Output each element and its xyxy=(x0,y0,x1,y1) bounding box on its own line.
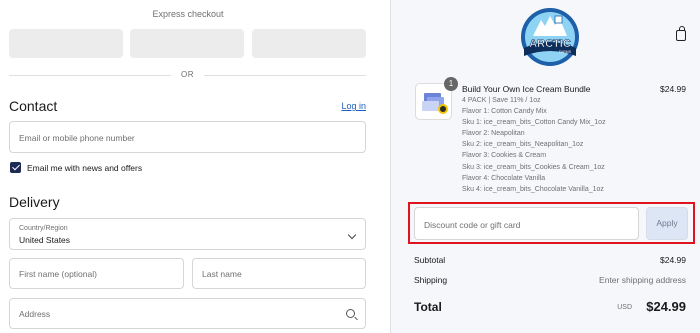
discount-placeholder: Discount code or gift card xyxy=(424,220,521,230)
variant-line: Sku 1: ice_cream_bits_Cotton Candy Mix_1… xyxy=(462,119,606,126)
variant-line: Flavor 1: Cotton Candy Mix xyxy=(462,108,547,115)
last-name-placeholder: Last name xyxy=(202,269,242,279)
news-checkbox[interactable] xyxy=(10,162,21,173)
express-pay-button-2[interactable] xyxy=(130,29,244,58)
logo-text: ARCTIC xyxy=(529,38,571,50)
order-summary-panel: ARCTIC FARMS 1 Build Your Own Ice Cream … xyxy=(390,0,700,333)
variant-line: Sku 3: ice_cream_bits_Cookies & Cream_1o… xyxy=(462,164,605,171)
shipping-label: Shipping xyxy=(414,275,448,285)
variant-line: Flavor 4: Chocolate Vanilla xyxy=(462,175,546,182)
express-pay-button-1[interactable] xyxy=(9,29,123,58)
email-field[interactable]: Email or mobile phone number xyxy=(9,121,366,153)
country-value: United States xyxy=(19,235,71,245)
variant-line: 4 PACK | Save 11% / 1oz xyxy=(462,97,541,104)
variant-line: Flavor 2: Neapolitan xyxy=(462,130,525,137)
delivery-title: Delivery xyxy=(9,194,60,210)
news-checkbox-label: Email me with news and offers xyxy=(27,163,143,173)
country-label: Country/Region xyxy=(19,225,68,232)
first-name-placeholder: First name (optional) xyxy=(19,269,97,279)
apply-button[interactable]: Apply xyxy=(646,207,688,240)
first-name-field[interactable]: First name (optional) xyxy=(9,258,184,289)
search-icon[interactable] xyxy=(346,309,355,318)
total-value: $24.99 xyxy=(646,299,686,314)
variant-line: Sku 4: ice_cream_bits_Chocolate Vanilla_… xyxy=(462,186,604,193)
address-placeholder: Address xyxy=(19,309,51,319)
variant-line: Flavor 3: Cookies & Cream xyxy=(462,152,547,159)
quantity-badge: 1 xyxy=(444,77,458,91)
total-currency: USD xyxy=(617,304,632,311)
last-name-field[interactable]: Last name xyxy=(192,258,366,289)
subtotal-value: $24.99 xyxy=(660,255,686,265)
checkout-form-panel: Express checkout OR Contact Log in Email… xyxy=(0,0,390,333)
product-title: Build Your Own Ice Cream Bundle xyxy=(462,84,591,94)
discount-code-field[interactable]: Discount code or gift card xyxy=(414,207,639,240)
total-label: Total xyxy=(414,300,442,314)
logo-subtext: FARMS xyxy=(559,50,572,54)
product-price: $24.99 xyxy=(660,84,686,94)
shipping-value: Enter shipping address xyxy=(599,275,686,285)
express-checkout-title: Express checkout xyxy=(152,9,224,19)
divider-line-right xyxy=(204,75,366,76)
login-link[interactable]: Log in xyxy=(341,101,366,111)
country-select[interactable]: Country/Region United States xyxy=(9,218,366,250)
chevron-down-icon xyxy=(347,230,357,240)
express-pay-button-3[interactable] xyxy=(252,29,366,58)
or-divider: OR xyxy=(9,70,366,80)
email-placeholder: Email or mobile phone number xyxy=(19,133,135,143)
subtotal-label: Subtotal xyxy=(414,255,446,265)
address-field[interactable]: Address xyxy=(9,298,366,329)
contact-title: Contact xyxy=(9,98,58,114)
arctic-farms-logo: ARCTIC FARMS xyxy=(521,8,579,66)
shopping-bag-icon[interactable] xyxy=(676,26,686,41)
variant-line: Sku 2: ice_cream_bits_Neapolitan_1oz xyxy=(462,141,584,148)
